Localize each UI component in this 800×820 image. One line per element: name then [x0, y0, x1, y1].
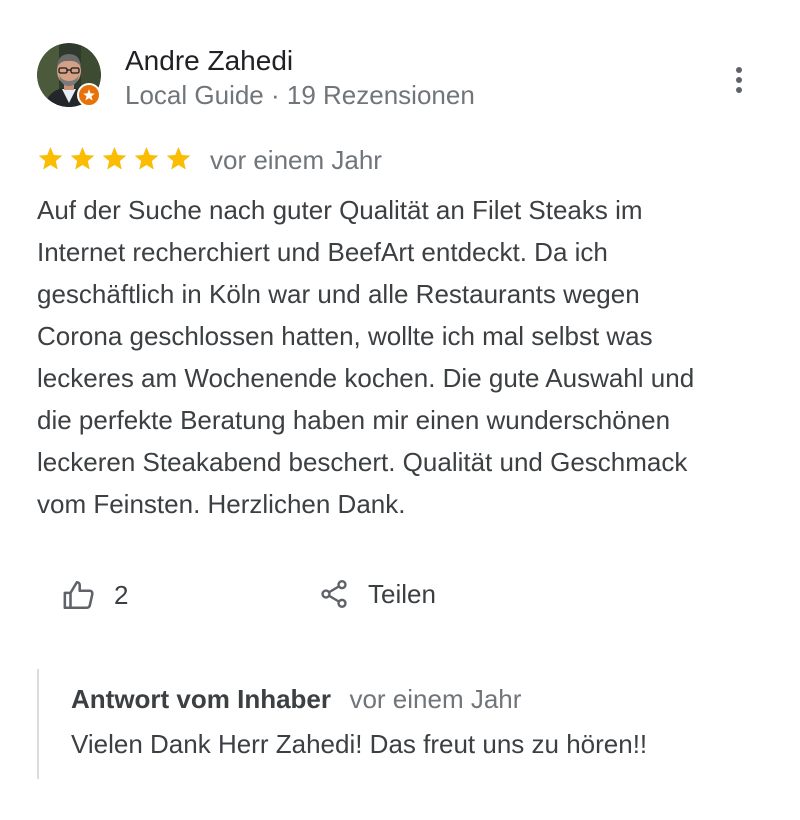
owner-response: Antwort vom Inhaber vor einem Jahr Viele…: [37, 669, 757, 779]
owner-response-title: Antwort vom Inhaber: [71, 684, 332, 714]
more-vert-icon-dot: [736, 87, 742, 93]
review-card: Andre Zahedi Local Guide · 19 Rezensione…: [0, 0, 800, 820]
review-text-line: leckeres am Wochenende kochen. Die gute …: [37, 363, 695, 393]
owner-response-header: Antwort vom Inhaber vor einem Jahr: [71, 683, 757, 720]
star-icon: [102, 147, 127, 170]
more-vert-icon-dot: [736, 77, 742, 83]
star-icon: [166, 147, 191, 170]
share-icon: [321, 580, 347, 608]
like-count: 2: [114, 579, 129, 610]
star-icon: [134, 147, 159, 170]
star-icon: [38, 147, 63, 170]
review-text-line: vom Feinsten. Herzlichen Dank.: [37, 489, 406, 519]
more-vert-icon: [736, 67, 742, 73]
share-button[interactable]: Teilen: [318, 578, 436, 610]
reviewer-name[interactable]: Andre Zahedi: [125, 44, 293, 78]
review-text-line: Internet recherchiert und BeefArt entdec…: [37, 237, 608, 267]
reviewer-meta: Local Guide · 19 Rezensionen: [125, 80, 475, 110]
star-icon: [70, 147, 95, 170]
thumbs-up-icon: [63, 580, 94, 610]
share-label: Teilen: [368, 578, 436, 609]
review-date: vor einem Jahr: [210, 145, 382, 175]
review-text: Auf der Suche nach guter Qualität an Fil…: [37, 189, 767, 525]
star-rating: [37, 145, 192, 172]
review-text-line: Corona geschlossen hatten, wollte ich ma…: [37, 321, 653, 351]
like-button[interactable]: 2: [62, 578, 128, 612]
review-text-line: die perfekte Beratung haben mir einen wu…: [37, 405, 671, 435]
review-text-line: geschäftlich in Köln war und alle Restau…: [37, 279, 640, 309]
reviewer-avatar[interactable]: [37, 43, 101, 107]
local-guide-badge-icon: [77, 83, 101, 107]
more-options-button[interactable]: [722, 60, 756, 100]
owner-response-date: vor einem Jahr: [349, 684, 522, 714]
review-text-line: Auf der Suche nach guter Qualität an Fil…: [37, 195, 643, 225]
owner-response-text: Vielen Dank Herr Zahedi! Das freut uns z…: [71, 729, 648, 759]
review-text-line: leckeren Steakabend beschert. Qualität u…: [37, 447, 688, 477]
